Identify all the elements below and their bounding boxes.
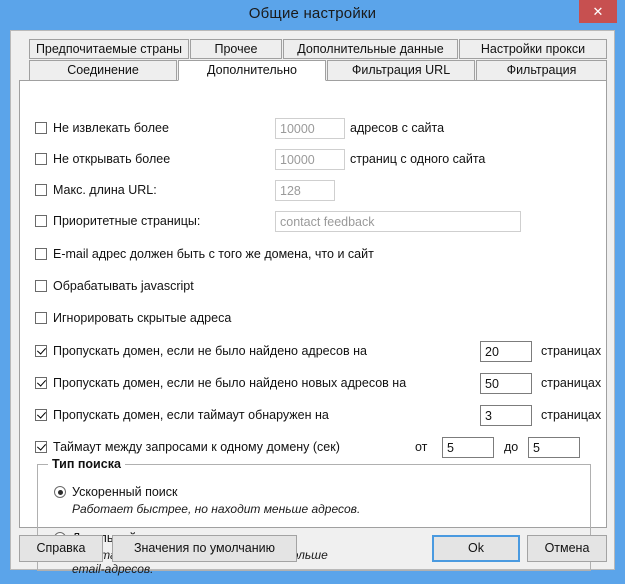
option-row-max-extract: Не извлекать более адресов с сайта <box>20 117 606 143</box>
input-max-extract <box>275 118 345 139</box>
checkbox-wrap-max-url-length[interactable]: Макс. длина URL: <box>35 183 157 197</box>
tab-panel-advanced: Не извлекать более адресов с сайта Не откр… <box>19 80 607 576</box>
suffix-max-extract: адресов с сайта <box>350 121 445 135</box>
checkbox-process-javascript[interactable] <box>35 280 47 292</box>
checkbox-request-timeout[interactable] <box>35 441 47 453</box>
checkbox-label-max-url-length: Макс. длина URL: <box>53 183 157 197</box>
option-row-skip-no-new-addresses: Пропускать домен, если не было найдено н… <box>20 372 606 398</box>
checkbox-label-email-same-domain: E-mail адрес должен быть с того же домен… <box>53 247 374 261</box>
input-skip-timeout[interactable] <box>480 405 532 426</box>
radio-0[interactable] <box>54 486 66 498</box>
checkbox-max-extract[interactable] <box>35 122 47 134</box>
suffix-skip-no-new-addresses: страницах <box>541 376 602 390</box>
checkbox-label-skip-no-addresses: Пропускать домен, если не было найдено а… <box>53 344 367 358</box>
checkbox-skip-no-addresses[interactable] <box>35 345 47 357</box>
tab-row1-1[interactable]: Прочее <box>190 39 282 59</box>
timeout-to-input[interactable] <box>528 437 580 458</box>
checkbox-email-same-domain[interactable] <box>35 248 47 260</box>
checkbox-label-priority-pages: Приоритетные страницы: <box>53 214 201 228</box>
tab-row2-2[interactable]: Фильтрация URL <box>327 60 475 81</box>
tab-row1-0[interactable]: Предпочитаемые страны <box>29 39 189 59</box>
suffix-skip-no-addresses: страницах <box>541 344 602 358</box>
suffix-skip-timeout: страницах <box>541 408 602 422</box>
option-row-process-javascript: Обрабатывать javascript <box>20 275 606 301</box>
checkbox-wrap-email-same-domain[interactable]: E-mail адрес должен быть с того же домен… <box>35 247 374 261</box>
checkbox-label-max-extract: Не извлекать более <box>53 121 169 135</box>
timeout-from-input[interactable] <box>442 437 494 458</box>
option-row-ignore-hidden: Игнорировать скрытые адреса <box>20 307 606 333</box>
defaults-button[interactable]: Значения по умолчанию <box>112 535 297 562</box>
checkbox-wrap-ignore-hidden[interactable]: Игнорировать скрытые адреса <box>35 311 231 325</box>
checkbox-wrap-skip-no-addresses[interactable]: Пропускать домен, если не было найдено а… <box>35 344 367 358</box>
checkbox-label-skip-no-new-addresses: Пропускать домен, если не было найдено н… <box>53 376 407 390</box>
checkbox-wrap-process-javascript[interactable]: Обрабатывать javascript <box>35 279 194 293</box>
checkbox-label-skip-timeout: Пропускать домен, если таймаут обнаружен… <box>53 408 329 422</box>
checkbox-max-open[interactable] <box>35 153 47 165</box>
window-title: Общие настройки <box>248 5 377 22</box>
search-type-title: Тип поиска <box>48 457 125 471</box>
checkbox-wrap-max-open[interactable]: Не открывать более <box>35 152 170 166</box>
option-row-skip-no-addresses: Пропускать домен, если не было найдено а… <box>20 340 606 366</box>
checkbox-label-process-javascript: Обрабатывать javascript <box>53 279 194 293</box>
input-max-url-length <box>275 180 335 201</box>
checkbox-label-ignore-hidden: Игнорировать скрытые адреса <box>53 311 232 325</box>
checkbox-wrap-max-extract[interactable]: Не извлекать более <box>35 121 169 135</box>
tab-row2-0[interactable]: Соединение <box>29 60 177 81</box>
checkbox-priority-pages[interactable] <box>35 215 47 227</box>
option-row-max-url-length: Макс. длина URL: <box>20 179 606 205</box>
radio-label-0: Ускоренный поиск <box>72 485 178 499</box>
checkbox-skip-no-new-addresses[interactable] <box>35 377 47 389</box>
checkbox-wrap-skip-timeout[interactable]: Пропускать домен, если таймаут обнаружен… <box>35 408 329 422</box>
checkbox-ignore-hidden[interactable] <box>35 312 47 324</box>
tab-row1-3[interactable]: Настройки прокси <box>459 39 607 59</box>
radio-description-0: Работает быстрее, но находит меньше адре… <box>72 502 361 516</box>
help-button[interactable]: Справка <box>19 535 103 562</box>
input-priority-pages <box>275 211 521 232</box>
checkbox-skip-timeout[interactable] <box>35 409 47 421</box>
timeout-from-label: от <box>415 440 428 454</box>
option-row-email-same-domain: E-mail адрес должен быть с того же домен… <box>20 243 606 269</box>
close-icon[interactable]: ✕ <box>579 0 617 23</box>
settings-window: Общие настройки ✕ Предпочитаемые страны П… <box>0 0 625 576</box>
checkbox-label-max-open: Не открывать более <box>53 152 171 166</box>
radio-wrap-0[interactable]: Ускоренный поиск <box>54 485 178 499</box>
checkbox-wrap-request-timeout[interactable]: Таймаут между запросами к одному домену … <box>35 440 340 454</box>
ok-button[interactable]: Ok <box>432 535 520 562</box>
option-row-skip-timeout: Пропускать домен, если таймаут обнаружен… <box>20 404 606 430</box>
checkbox-wrap-skip-no-new-addresses[interactable]: Пропускать домен, если не было найдено н… <box>35 376 406 390</box>
tab-row2-3[interactable]: Фильтрация <box>476 60 607 81</box>
checkbox-label-request-timeout: Таймаут между запросами к одному домену … <box>53 440 340 454</box>
input-skip-no-new-addresses[interactable] <box>480 373 532 394</box>
cancel-button[interactable]: Отмена <box>527 535 607 562</box>
checkbox-wrap-priority-pages[interactable]: Приоритетные страницы: <box>35 214 200 228</box>
title-bar: Общие настройки ✕ <box>0 0 625 30</box>
suffix-max-open: страниц с одного сайта <box>350 152 486 166</box>
tab-strip: Предпочитаемые страны Прочее Дополнительны… <box>19 39 607 81</box>
option-row-priority-pages: Приоритетные страницы: <box>20 210 606 236</box>
timeout-to-label: до <box>504 440 519 454</box>
dialog-body: Предпочитаемые страны Прочее Дополнительны… <box>10 30 615 576</box>
tab-row1-2[interactable]: Дополнительные данные <box>283 39 458 59</box>
checkbox-max-url-length[interactable] <box>35 184 47 196</box>
option-row-max-open: Не открывать более страниц с одного сайта <box>20 148 606 174</box>
input-skip-no-addresses[interactable] <box>480 341 532 362</box>
input-max-open <box>275 149 345 170</box>
tab-row2-1[interactable]: Дополнительно <box>178 60 326 81</box>
